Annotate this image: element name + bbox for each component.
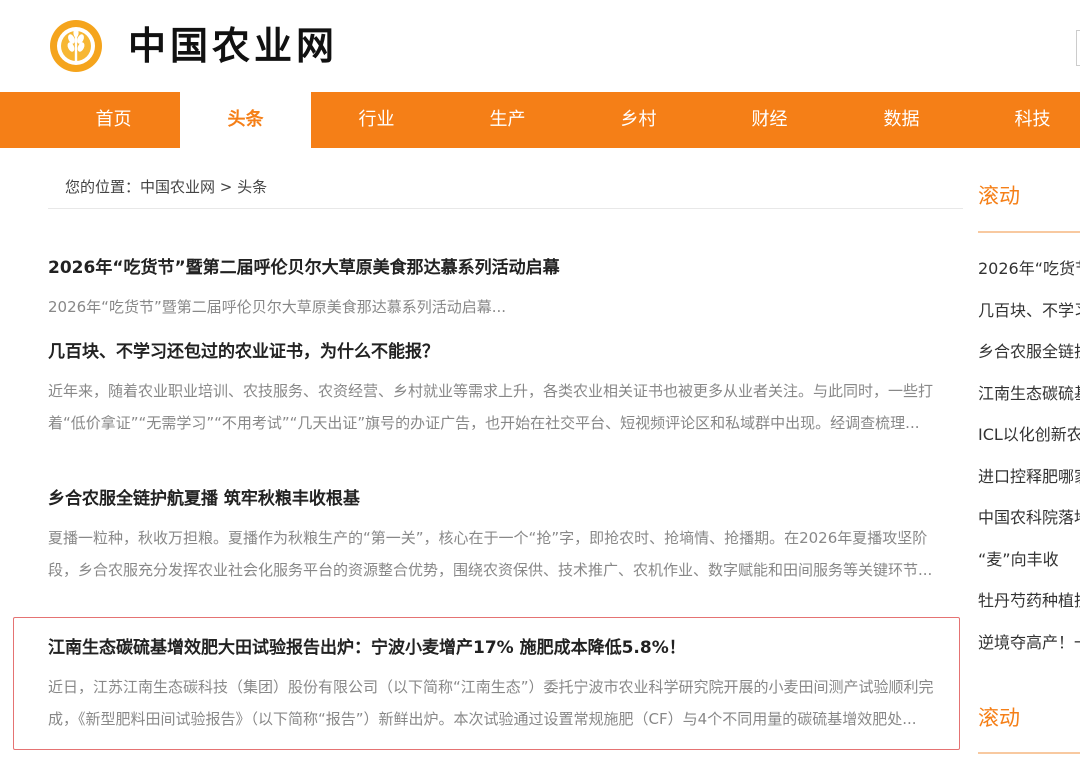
article-summary: 近年来，随着农业职业培训、农技服务、农资经营、乡村就业等需求上升，各类农业相关证… <box>48 382 934 432</box>
article-title[interactable]: 乡合农服全链护航夏播 筑牢秋粮丰收根基 <box>48 486 943 512</box>
sidebar-list-item[interactable]: 2026年“吃货节”暨第二届呼伦贝尔 <box>978 248 1080 290</box>
article-item: 几百块、不学习还包过的农业证书，为什么不能报？ 近年来，随着农业职业培训、农技服… <box>48 339 943 439</box>
sidebar-list-item[interactable]: 中国农科院落地 <box>978 497 1080 539</box>
sidebar-divider <box>978 231 1080 233</box>
sidebar-list-item[interactable]: 牡丹芍药种植技术 <box>978 580 1080 622</box>
article-title[interactable]: 2026年“吃货节”暨第二届呼伦贝尔大草原美食那达慕系列活动启幕 <box>48 255 943 281</box>
wheat-logo-icon[interactable] <box>48 18 104 74</box>
sidebar-heading: 滚动 <box>978 706 1020 730</box>
sidebar-list-item[interactable]: ICL以化创新农业 <box>978 414 1080 456</box>
nav-item-industry[interactable]: 行业 <box>311 92 442 148</box>
article-summary: 近日，江苏江南生态碳科技（集团）股份有限公司（以下简称“江南生态”）委托宁波市农… <box>48 678 934 728</box>
sidebar-list-item[interactable]: “麦”向丰收 <box>978 539 1080 581</box>
nav-item-technology[interactable]: 科技 <box>967 92 1080 148</box>
sidebar-list-item[interactable]: 进口控释肥哪家强 <box>978 456 1080 498</box>
article-title[interactable]: 几百块、不学习还包过的农业证书，为什么不能报？ <box>48 339 943 365</box>
article-item: 2026年“吃货节”暨第二届呼伦贝尔大草原美食那达慕系列活动启幕 2026年“吃… <box>48 255 943 323</box>
nav-item-home[interactable]: 首页 <box>48 92 179 148</box>
article-item: 江南生态碳硫基增效肥大田试验报告出炉：宁波小麦增产17% 施肥成本降低5.8%！… <box>48 635 943 735</box>
site-header: 中国农业网 <box>0 0 1080 92</box>
site-logo-text[interactable]: 中国农业网 <box>128 22 338 70</box>
sidebar-list-item[interactable]: 江南生态碳硫基增效肥 <box>978 373 1080 415</box>
sidebar-heading: 滚动 <box>978 184 1020 208</box>
article-title[interactable]: 江南生态碳硫基增效肥大田试验报告出炉：宁波小麦增产17% 施肥成本降低5.8%！ <box>48 635 943 661</box>
sidebar-list-item[interactable]: 乡合农服全链护航夏播 <box>978 331 1080 373</box>
nav-item-headlines[interactable]: 头条 <box>180 92 311 148</box>
article-item: 乡合农服全链护航夏播 筑牢秋粮丰收根基 夏播一粒种，秋收万担粮。夏播作为秋粮生产… <box>48 486 943 586</box>
main-nav: 首页 头条 行业 生产 乡村 财经 数据 科技 <box>0 92 1080 148</box>
breadcrumb-divider <box>48 208 963 209</box>
sidebar-scroll-list: 2026年“吃货节”暨第二届呼伦贝尔 几百块、不学习还包过的农业证书 乡合农服全… <box>978 248 1080 663</box>
nav-item-finance[interactable]: 财经 <box>704 92 835 148</box>
nav-item-data[interactable]: 数据 <box>836 92 967 148</box>
article-summary: 夏播一粒种，秋收万担粮。夏播作为秋粮生产的“第一关”，核心在于一个“抢”字，即抢… <box>48 529 933 579</box>
sidebar-divider <box>978 752 1080 754</box>
breadcrumb: 您的位置：中国农业网 > 头条 <box>65 178 268 196</box>
nav-item-production[interactable]: 生产 <box>442 92 573 148</box>
sidebar-list-item[interactable]: 几百块、不学习还包过的农业证书 <box>978 290 1080 332</box>
article-summary: 2026年“吃货节”暨第二届呼伦贝尔大草原美食那达慕系列活动启幕... <box>48 298 507 316</box>
nav-item-rural[interactable]: 乡村 <box>573 92 704 148</box>
sidebar-list-item[interactable]: 逆境夺高产！一 <box>978 622 1080 664</box>
search-box[interactable] <box>1076 30 1080 66</box>
